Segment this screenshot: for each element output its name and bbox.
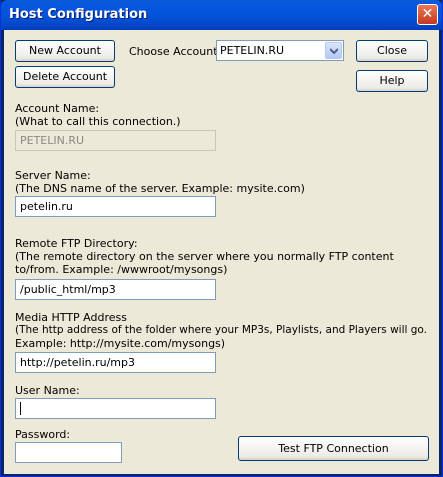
account-name-label: Account Name: — [15, 102, 100, 115]
text-caret — [20, 402, 21, 415]
title-bar[interactable]: Host Configuration ✕ — [1, 0, 442, 30]
remote-ftp-directory-label: Remote FTP Directory: — [15, 237, 138, 250]
password-field[interactable] — [15, 442, 122, 463]
remote-ftp-directory-hint-line1: (The remote directory on the server wher… — [15, 250, 394, 263]
window-title: Host Configuration — [9, 7, 148, 22]
window-close-icon[interactable]: ✕ — [417, 4, 438, 25]
user-name-label: User Name: — [15, 384, 80, 397]
host-configuration-window: Host Configuration ✕ New Account Delete … — [0, 0, 443, 477]
help-button[interactable]: Help — [356, 70, 428, 92]
test-ftp-connection-button[interactable]: Test FTP Connection — [238, 436, 429, 461]
server-name-label: Server Name: — [15, 169, 91, 182]
choose-account-dropdown[interactable]: PETELIN.RU — [216, 40, 344, 61]
server-name-field[interactable]: petelin.ru — [15, 196, 216, 217]
account-name-field[interactable]: PETELIN.RU — [15, 130, 216, 151]
remote-ftp-directory-field[interactable]: /public_html/mp3 — [15, 279, 216, 300]
delete-account-button[interactable]: Delete Account — [15, 66, 115, 88]
account-name-hint: (What to call this connection.) — [15, 115, 181, 128]
dialog-body: New Account Delete Account Choose Accoun… — [4, 30, 439, 474]
media-http-address-hint-line2: Example: http://mysite.com/mysongs) — [15, 337, 226, 350]
media-http-address-hint-line1: (The http address of the folder where yo… — [15, 324, 427, 336]
password-label: Password: — [15, 428, 71, 441]
remote-ftp-directory-hint-line2: to/from. Example: /wwwroot/mysongs) — [15, 263, 228, 276]
user-name-field[interactable] — [15, 398, 216, 419]
choose-account-value: PETELIN.RU — [220, 44, 285, 57]
new-account-button[interactable]: New Account — [15, 40, 115, 62]
close-button[interactable]: Close — [356, 40, 428, 62]
choose-account-label: Choose Account: — [129, 45, 222, 58]
media-http-address-label: Media HTTP Address — [15, 311, 127, 324]
server-name-hint: (The DNS name of the server. Example: my… — [15, 182, 305, 195]
media-http-address-field[interactable]: http://petelin.ru/mp3 — [15, 352, 216, 373]
chevron-down-icon[interactable] — [325, 42, 342, 59]
